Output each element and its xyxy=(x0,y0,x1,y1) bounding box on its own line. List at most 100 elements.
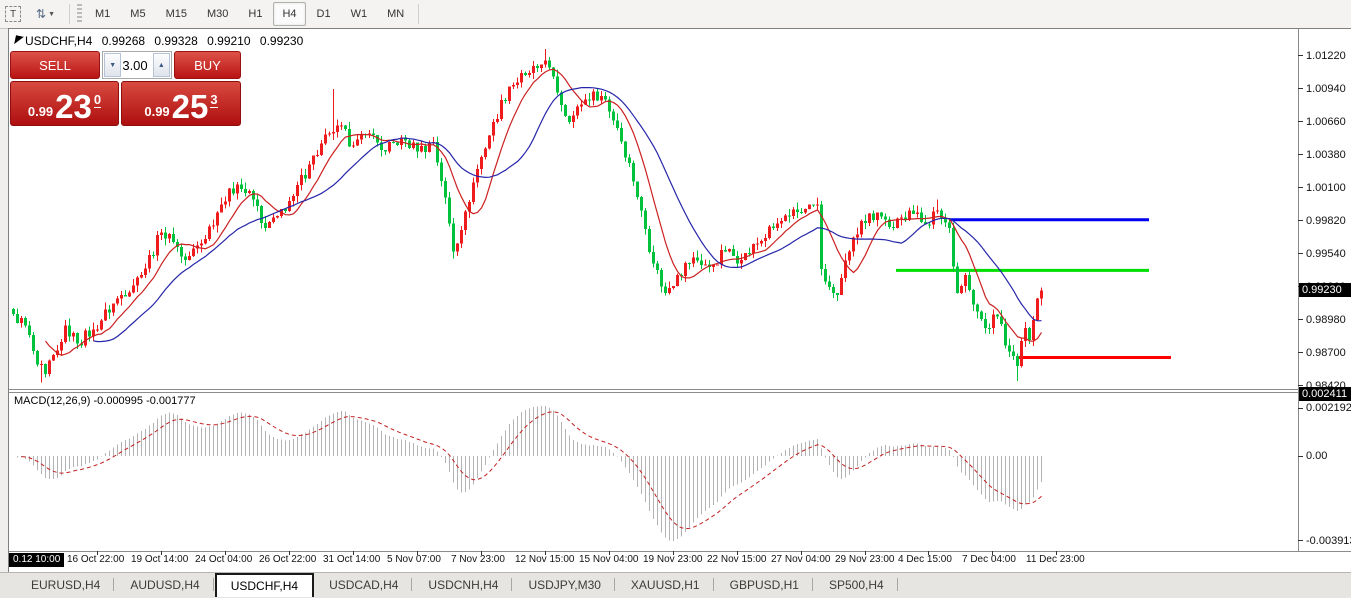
price-tick-label: 1.01220 xyxy=(1306,50,1346,62)
symbol-tab-usdjpy[interactable]: USDJPY,M30 xyxy=(513,573,615,596)
time-marker-box: 0.12 10:00 xyxy=(9,553,64,567)
buy-button[interactable]: BUY xyxy=(174,51,241,79)
timeframe-group: M1M5M15M30H1H4D1W1MN xyxy=(85,2,414,26)
price-tick-mark xyxy=(1298,253,1303,254)
price-tick-mark xyxy=(1298,154,1303,155)
price-tick-mark xyxy=(1298,88,1303,89)
time-axis-label: 11 Dec 23:00 xyxy=(1026,554,1085,565)
time-tick-mark xyxy=(737,551,738,555)
one-click-trade-panel: SELL ▼ 3.00 ▲ BUY 0.99 23 0 0.99 25 3 xyxy=(10,51,240,147)
macd-tick-mark xyxy=(1298,540,1303,541)
time-tick-mark xyxy=(992,551,993,555)
text-tool-button[interactable]: T xyxy=(1,2,25,26)
buy-price-pipette: 3 xyxy=(210,92,217,108)
sell-price-small: 0.99 xyxy=(28,104,53,119)
symbol-tab-usdchf[interactable]: USDCHF,H4 xyxy=(215,573,314,597)
toolbar-grip[interactable] xyxy=(77,4,82,24)
chart-symbol: USDCHF,H4 xyxy=(25,34,92,48)
macd-label: MACD(12,26,9) -0.000995 -0.001777 xyxy=(14,395,196,407)
time-axis-label: 5 Nov 07:00 xyxy=(387,554,441,565)
panel-divider[interactable] xyxy=(9,389,1351,390)
bar-low: 0.99210 xyxy=(207,34,250,48)
timeframe-button-m1[interactable]: M1 xyxy=(86,2,119,26)
volume-value[interactable]: 3.00 xyxy=(122,52,151,78)
symbol-tab-gbpusd[interactable]: GBPUSD,H1 xyxy=(715,573,814,596)
time-tick-mark xyxy=(97,551,98,555)
chart-window[interactable]: USDCHF,H4 0.99268 0.99328 0.99210 0.9923… xyxy=(8,28,1351,574)
symbol-tab-xauusd[interactable]: XAUUSD,H1 xyxy=(616,573,715,596)
price-tick-label: 0.99820 xyxy=(1306,215,1346,227)
macd-tick-mark xyxy=(1298,408,1303,409)
time-axis-label: 24 Oct 04:00 xyxy=(195,554,252,565)
time-axis-label: 31 Oct 14:00 xyxy=(323,554,380,565)
price-tick-mark xyxy=(1298,352,1303,353)
bar-high: 0.99328 xyxy=(154,34,197,48)
time-tick-mark xyxy=(481,551,482,555)
time-axis-label: 4 Dec 15:00 xyxy=(898,554,952,565)
time-axis-label: 12 Nov 15:00 xyxy=(515,554,575,565)
time-tick-mark xyxy=(609,551,610,555)
buy-price-button[interactable]: 0.99 25 3 xyxy=(121,81,241,126)
symbol-tab-audusd[interactable]: AUDUSD,H4 xyxy=(115,573,214,596)
timeframe-button-d1[interactable]: D1 xyxy=(308,2,340,26)
time-tick-mark xyxy=(1056,551,1057,555)
timeframe-button-w1[interactable]: W1 xyxy=(342,2,377,26)
macd-tick-label: -0.003913 xyxy=(1306,535,1351,547)
time-tick-mark xyxy=(673,551,674,555)
time-axis-label: 26 Oct 22:00 xyxy=(259,554,316,565)
text-tool-icon: T xyxy=(5,6,21,22)
price-tick-mark xyxy=(1298,187,1303,188)
time-axis-label: 19 Oct 14:00 xyxy=(131,554,188,565)
macd-histogram-layer xyxy=(14,406,1042,541)
timeframe-button-mn[interactable]: MN xyxy=(378,2,413,26)
time-tick-mark xyxy=(417,551,418,555)
macd-indicator-canvas[interactable] xyxy=(11,393,1298,551)
price-tick-mark xyxy=(1298,319,1303,320)
macd-values: -0.000995 -0.001777 xyxy=(93,395,195,407)
price-tick-mark xyxy=(1298,121,1303,122)
timeframe-button-m5[interactable]: M5 xyxy=(121,2,154,26)
panel-divider[interactable] xyxy=(9,392,1351,393)
time-axis-label: 7 Nov 23:00 xyxy=(451,554,505,565)
volume-increase-icon[interactable]: ▲ xyxy=(153,53,170,77)
time-axis-label: 29 Nov 23:00 xyxy=(835,554,895,565)
time-axis-label: 19 Nov 23:00 xyxy=(643,554,703,565)
price-tick-label: 1.00940 xyxy=(1306,83,1346,95)
macd-tick-mark xyxy=(1298,456,1303,457)
price-tick-mark xyxy=(1298,220,1303,221)
bar-close: 0.99230 xyxy=(260,34,303,48)
price-tick-label: 1.00660 xyxy=(1306,116,1346,128)
price-tick-label: 1.00380 xyxy=(1306,149,1346,161)
time-axis-label: 15 Nov 04:00 xyxy=(579,554,639,565)
timeframe-button-m15[interactable]: M15 xyxy=(157,2,196,26)
macd-tick-label: 0.00 xyxy=(1306,450,1327,462)
chart-title: USDCHF,H4 0.99268 0.99328 0.99210 0.9923… xyxy=(25,34,309,48)
time-axis-label: 27 Nov 04:00 xyxy=(771,554,831,565)
sell-button[interactable]: SELL xyxy=(10,51,100,79)
buy-price-big: 25 xyxy=(172,92,209,122)
volume-stepper[interactable]: ▼ 3.00 ▲ xyxy=(102,51,172,79)
timeframe-button-h4[interactable]: H4 xyxy=(273,2,305,26)
price-tick-mark xyxy=(1298,55,1303,56)
symbol-tab-eurusd[interactable]: EURUSD,H4 xyxy=(16,573,115,596)
time-tick-mark xyxy=(545,551,546,555)
symbol-tab-sp500[interactable]: SP500,H4 xyxy=(814,573,899,596)
time-tick-mark xyxy=(865,551,866,555)
symbol-tab-usdcnh[interactable]: USDCNH,H4 xyxy=(413,573,513,596)
time-tick-mark xyxy=(928,551,929,555)
symbol-tab-bar: EURUSD,H4AUDUSD,H4USDCHF,H4USDCAD,H4USDC… xyxy=(0,572,1351,598)
time-axis-label: 22 Nov 15:00 xyxy=(707,554,767,565)
volume-decrease-icon[interactable]: ▼ xyxy=(104,53,121,77)
current-price-box: 0.99230 xyxy=(1299,283,1351,297)
time-tick-mark xyxy=(289,551,290,555)
symbol-tab-usdcad[interactable]: USDCAD,H4 xyxy=(314,573,413,596)
dropdown-caret-icon: ▼ xyxy=(48,11,55,18)
toolbar-separator xyxy=(69,4,70,24)
timeframe-button-h1[interactable]: H1 xyxy=(239,2,271,26)
time-tick-mark xyxy=(801,551,802,555)
timeframe-button-m30[interactable]: M30 xyxy=(198,2,237,26)
arrows-tool-button[interactable]: ⇅ ▼ xyxy=(27,2,64,26)
sell-price-button[interactable]: 0.99 23 0 xyxy=(10,81,119,126)
macd-signal-line xyxy=(22,412,1042,529)
price-tick-label: 0.98980 xyxy=(1306,314,1346,326)
